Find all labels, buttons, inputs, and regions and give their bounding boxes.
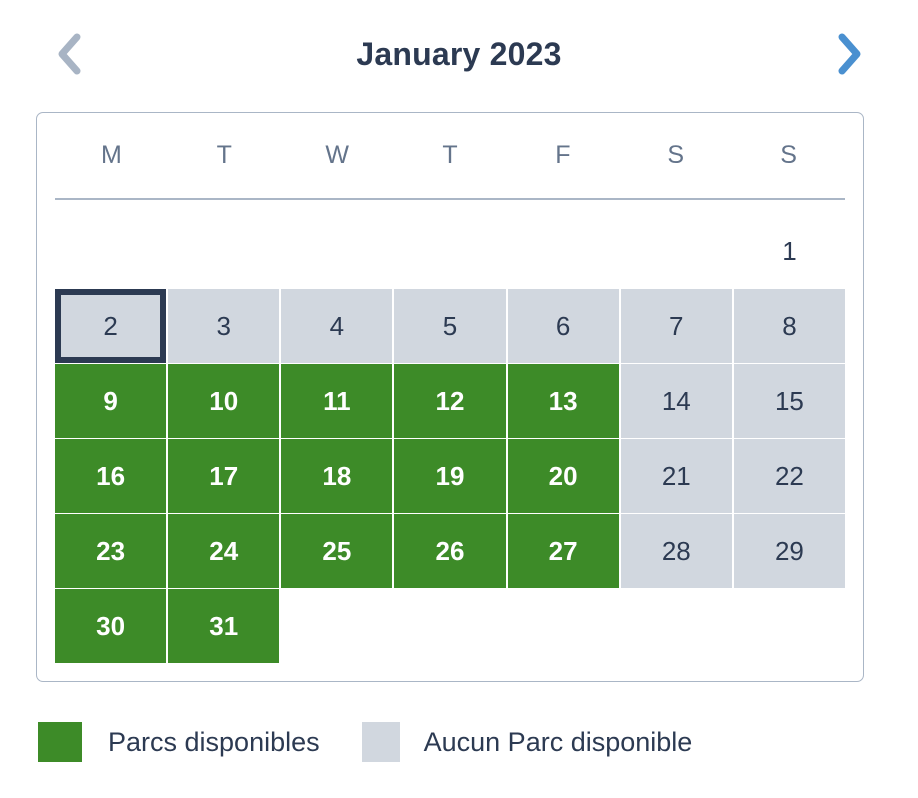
calendar-card: M T W T F S S 1 2 3 4 5 6 7 8 9 10 11 12 13 14 15 16 17 1… bbox=[36, 112, 864, 682]
calendar-screen: January 2023 M T W T F S S 1 2 3 4 5 6 7 8 9 10 11… bbox=[0, 0, 918, 798]
calendar-day-empty bbox=[281, 214, 392, 288]
chevron-right-icon bbox=[834, 32, 864, 76]
weekday-divider bbox=[55, 198, 845, 200]
legend-swatch-available bbox=[38, 722, 82, 762]
calendar-day-cell[interactable]: 11 bbox=[281, 364, 393, 438]
calendar-week-row: 2345678 bbox=[55, 289, 845, 363]
legend-label-unavailable: Aucun Parc disponible bbox=[423, 726, 693, 757]
page-title: January 2023 bbox=[356, 35, 562, 72]
calendar-day-empty bbox=[394, 589, 505, 663]
calendar-day-empty bbox=[281, 589, 392, 663]
calendar-day-cell[interactable]: 9 bbox=[55, 364, 167, 438]
calendar-day-cell[interactable]: 16 bbox=[55, 439, 167, 513]
calendar-grid: 1 2 3 4 5 6 7 8 9 10 11 12 13 14 15 16 17 18 19 20 21 22 23 24 2… bbox=[37, 214, 863, 663]
calendar-day-empty bbox=[621, 214, 732, 288]
calendar-day-cell[interactable]: 5 bbox=[394, 289, 506, 363]
calendar-week-row: 16 17 18 19 20 21 22 bbox=[55, 439, 845, 513]
calendar-day-cell[interactable]: 7 bbox=[620, 289, 732, 363]
calendar-day-empty bbox=[621, 589, 732, 663]
calendar-day-cell[interactable]: 15 bbox=[733, 364, 845, 438]
calendar-day-cell[interactable]: 20 bbox=[507, 439, 619, 513]
weekday-header-row: M T W T F S S bbox=[37, 113, 863, 198]
calendar-day-cell[interactable]: 3 bbox=[168, 289, 280, 363]
calendar-day-cell[interactable]: 1 bbox=[734, 214, 845, 288]
calendar-day-cell[interactable]: 22 bbox=[733, 439, 845, 513]
calendar-day-cell[interactable]: 30 bbox=[55, 589, 167, 663]
calendar-day-cell[interactable]: 31 bbox=[168, 589, 280, 663]
weekday-label: S bbox=[667, 141, 685, 169]
legend-item-available: Parcs disponibles bbox=[38, 722, 320, 762]
legend-label-available: Parcs disponibles bbox=[108, 726, 320, 757]
calendar-day-cell[interactable]: 27 bbox=[507, 514, 619, 588]
calendar-week-row: 30 31 bbox=[55, 589, 845, 663]
calendar-header: January 2023 bbox=[0, 0, 918, 108]
weekday-label: M bbox=[101, 141, 122, 169]
calendar-day-cell[interactable]: 6 bbox=[507, 289, 619, 363]
calendar-day-empty bbox=[508, 589, 619, 663]
calendar-day-cell[interactable]: 4 bbox=[281, 289, 393, 363]
calendar-day-cell[interactable]: 24 bbox=[168, 514, 280, 588]
calendar-day-cell[interactable]: 19 bbox=[394, 439, 506, 513]
calendar-day-cell[interactable]: 25 bbox=[281, 514, 393, 588]
weekday-label: F bbox=[555, 141, 571, 169]
calendar-day-cell[interactable]: 2 bbox=[55, 289, 167, 363]
calendar-day-empty bbox=[734, 589, 845, 663]
calendar-week-row: 1 bbox=[55, 214, 845, 288]
calendar-week-row: 23 24 25 26 27 28 29 bbox=[55, 514, 845, 588]
calendar-day-cell[interactable]: 28 bbox=[620, 514, 732, 588]
calendar-day-empty bbox=[168, 214, 279, 288]
legend: Parcs disponibles Aucun Parc disponible bbox=[38, 718, 692, 766]
chevron-left-icon bbox=[54, 32, 84, 76]
legend-swatch-unavailable bbox=[361, 722, 400, 762]
weekday-label: W bbox=[325, 141, 349, 169]
calendar-day-cell[interactable]: 26 bbox=[394, 514, 506, 588]
legend-item-unavailable: Aucun Parc disponible bbox=[361, 722, 693, 762]
weekday-label: T bbox=[442, 141, 458, 169]
calendar-day-cell[interactable]: 18 bbox=[281, 439, 393, 513]
calendar-day-cell[interactable]: 29 bbox=[733, 514, 845, 588]
calendar-day-cell[interactable]: 23 bbox=[55, 514, 167, 588]
calendar-day-cell[interactable]: 14 bbox=[620, 364, 732, 438]
calendar-day-cell[interactable]: 13 bbox=[507, 364, 619, 438]
calendar-day-cell[interactable]: 21 bbox=[620, 439, 732, 513]
calendar-day-empty bbox=[394, 214, 505, 288]
next-month-button[interactable] bbox=[826, 28, 872, 80]
calendar-day-empty bbox=[508, 214, 619, 288]
calendar-day-cell[interactable]: 17 bbox=[168, 439, 280, 513]
previous-month-button[interactable] bbox=[46, 28, 92, 80]
calendar-day-empty bbox=[55, 214, 166, 288]
calendar-day-cell[interactable]: 8 bbox=[733, 289, 845, 363]
weekday-label: T bbox=[216, 141, 232, 169]
calendar-week-row: 9 10 11 12 13 14 15 bbox=[55, 364, 845, 438]
calendar-day-cell[interactable]: 12 bbox=[394, 364, 506, 438]
weekday-label: S bbox=[780, 141, 797, 169]
calendar-day-cell[interactable]: 10 bbox=[168, 364, 280, 438]
